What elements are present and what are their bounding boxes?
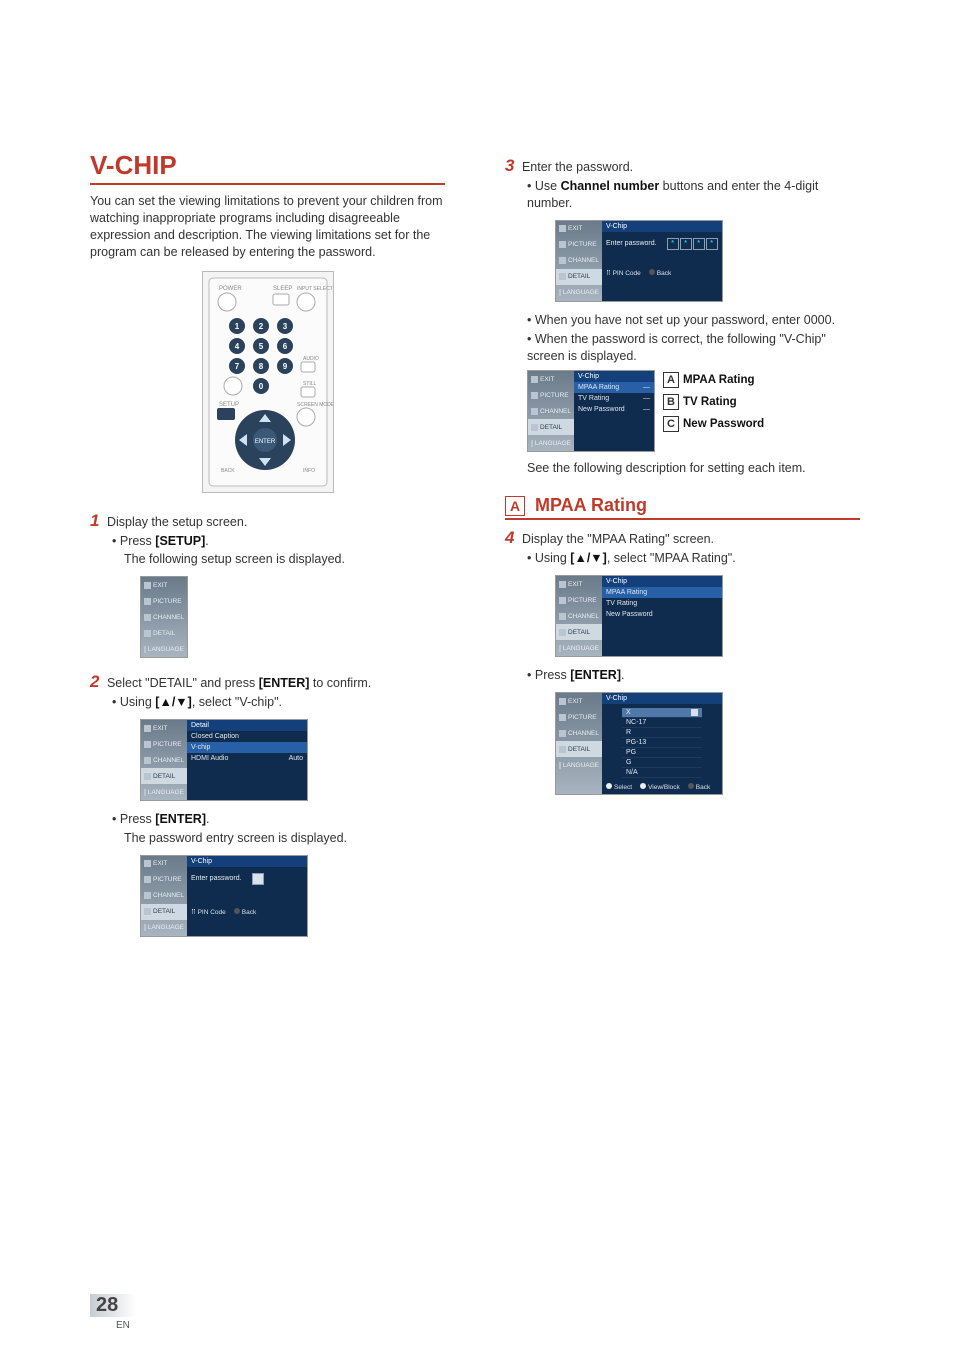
rating-nc17: NC-17 bbox=[622, 718, 702, 728]
osd-sidebar-picture: PICTURE bbox=[141, 593, 187, 609]
step-2-press-enter: • Press [ENTER]. bbox=[112, 811, 445, 828]
step-3-correct-password: • When the password is correct, the foll… bbox=[527, 331, 860, 365]
step-4: 4 Display the "MPAA Rating" screen. bbox=[505, 528, 860, 548]
svg-text:5: 5 bbox=[258, 342, 263, 351]
step-2-password-entry-displayed: The password entry screen is displayed. bbox=[124, 830, 445, 847]
osd-detail-title: Detail bbox=[187, 720, 307, 731]
callout-B: BTV Rating bbox=[663, 392, 764, 414]
osd-sidebar-exit: EXIT bbox=[141, 577, 187, 593]
svg-text:9: 9 bbox=[282, 362, 287, 371]
svg-text:BACK: BACK bbox=[221, 468, 235, 474]
svg-text:INFO: INFO bbox=[303, 468, 315, 474]
osd-item-hdmi: HDMI AudioAuto bbox=[187, 753, 307, 764]
step-2: 2 Select "DETAIL" and press [ENTER] to c… bbox=[90, 672, 445, 692]
osd-sidebar-detail: DETAIL bbox=[141, 625, 187, 641]
step-4-press-enter: • Press [ENTER]. bbox=[527, 667, 860, 684]
step-1-press-setup: • Press [SETUP]. bbox=[112, 533, 445, 550]
intro-text: You can set the viewing limitations to p… bbox=[90, 193, 445, 261]
svg-text:1: 1 bbox=[234, 322, 239, 331]
rating-pg13: PG-13 bbox=[622, 738, 702, 748]
osd-password-filled: EXIT PICTURE CHANNEL DETAIL LANGUAGE V-C… bbox=[555, 220, 723, 302]
svg-text:SLEEP: SLEEP bbox=[273, 286, 292, 292]
step-1-screen-displayed: The following setup screen is displayed. bbox=[124, 551, 445, 568]
svg-text:0: 0 bbox=[258, 382, 263, 391]
svg-text:3: 3 bbox=[282, 322, 287, 331]
svg-text:6: 6 bbox=[282, 342, 287, 351]
svg-text:ENTER: ENTER bbox=[254, 439, 275, 445]
osd-item-cc: Closed Caption bbox=[187, 731, 307, 742]
svg-text:SCREEN MODE: SCREEN MODE bbox=[297, 402, 333, 408]
svg-text:2: 2 bbox=[258, 322, 263, 331]
step-1: 1 Display the setup screen. bbox=[90, 511, 445, 531]
osd-enter-password-label: Enter password. bbox=[191, 875, 242, 882]
remote-illustration: POWER SLEEP INPUT SELECT 1 2 3 4 5 6 7 8… bbox=[202, 271, 334, 493]
osd-sidebar-language: LANGUAGE bbox=[141, 641, 187, 657]
osd-mpaa-rating-item: MPAA Rating— bbox=[574, 382, 654, 393]
rating-r: R bbox=[622, 728, 702, 738]
svg-text:8: 8 bbox=[258, 362, 263, 371]
osd-detail-menu: EXIT PICTURE CHANNEL DETAIL LANGUAGE Det… bbox=[140, 719, 308, 801]
osd-vchip-list: EXIT PICTURE CHANNEL DETAIL LANGUAGE V-C… bbox=[527, 370, 655, 452]
svg-text:STILL: STILL bbox=[303, 381, 317, 387]
osd-tv-rating-item: TV Rating— bbox=[574, 393, 654, 404]
step-4-select-mpaa: • Using [▲/▼], select "MPAA Rating". bbox=[527, 550, 860, 567]
osd-vchip-mpaa-select: EXIT PICTURE CHANNEL DETAIL LANGUAGE V-C… bbox=[555, 575, 723, 657]
rating-na: N/A bbox=[622, 768, 702, 778]
mpaa-subheading: A MPAA Rating bbox=[505, 495, 860, 520]
page-number: 28 EN bbox=[90, 1294, 136, 1331]
callout-C: CNew Password bbox=[663, 414, 764, 436]
osd-item-vchip: V-chip bbox=[187, 742, 307, 753]
osd-vchip-title: V-Chip bbox=[187, 856, 307, 867]
power-label: POWER bbox=[219, 286, 242, 292]
step-number-4: 4 bbox=[505, 528, 514, 547]
osd-setup-menu: EXIT PICTURE CHANNEL DETAIL LANGUAGE bbox=[140, 576, 188, 658]
osd-password-empty: EXIT PICTURE CHANNEL DETAIL LANGUAGE V-C… bbox=[140, 855, 308, 937]
osd-new-password-item: New Password— bbox=[574, 404, 654, 415]
osd-mpaa-ratings: EXIT PICTURE CHANNEL DETAIL LANGUAGE V-C… bbox=[555, 692, 723, 795]
step-3-channel-number: • Use Channel number buttons and enter t… bbox=[527, 178, 860, 212]
osd-sidebar-channel: CHANNEL bbox=[141, 609, 187, 625]
step-3-default-0000: • When you have not set up your password… bbox=[527, 312, 860, 329]
svg-text:4: 4 bbox=[234, 342, 239, 351]
step-number-1: 1 bbox=[90, 511, 99, 530]
step-3: 3 Enter the password. bbox=[505, 156, 860, 176]
vchip-heading: V-CHIP bbox=[90, 150, 445, 185]
svg-text:AUDIO: AUDIO bbox=[303, 356, 319, 362]
password-slot-empty bbox=[252, 873, 264, 885]
step-2-select-vchip: • Using [▲/▼], select "V-chip". bbox=[112, 694, 445, 711]
step-number-2: 2 bbox=[90, 672, 99, 691]
step-3-see-following: See the following description for settin… bbox=[527, 460, 860, 477]
rating-x: X bbox=[622, 708, 702, 718]
step-number-3: 3 bbox=[505, 156, 514, 175]
rating-g: G bbox=[622, 758, 702, 768]
rating-pg: PG bbox=[622, 748, 702, 758]
svg-text:7: 7 bbox=[234, 362, 239, 371]
svg-text:SETUP: SETUP bbox=[219, 402, 239, 408]
svg-text:INPUT SELECT: INPUT SELECT bbox=[297, 286, 333, 292]
password-asterisks: **** bbox=[667, 238, 718, 250]
callout-A: AMPAA Rating bbox=[663, 370, 764, 392]
